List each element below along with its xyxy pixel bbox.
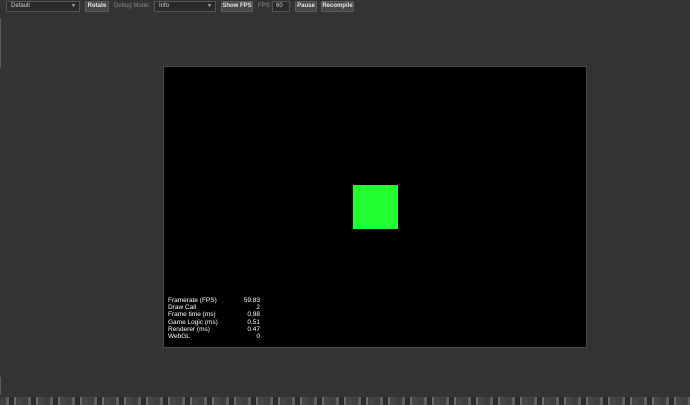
stat-value: 0.51 xyxy=(247,318,260,326)
debug-mode-label: Debug Mode: xyxy=(114,3,151,9)
stat-label: Framerate (FPS) xyxy=(168,297,217,304)
fps-input[interactable]: 60 xyxy=(272,1,290,12)
toolbar: Default ▼ Rotate Debug Mode: Info ▼ Show… xyxy=(0,0,690,15)
stat-row: Draw Call 2 xyxy=(168,304,260,311)
debug-mode-select[interactable]: Info ▼ xyxy=(154,1,216,12)
stat-row: Renderer (ms) 0.47 xyxy=(168,326,260,333)
pause-button[interactable]: Pause xyxy=(295,1,317,12)
green-square-sprite xyxy=(353,185,398,229)
fps-label: FPS: xyxy=(258,3,272,9)
stat-value: 2 xyxy=(256,304,260,312)
stat-value: 59.83 xyxy=(243,297,260,304)
rotate-button[interactable]: Rotate xyxy=(85,1,109,12)
desktop-background-strip xyxy=(0,397,690,405)
preset-select-value: Default xyxy=(11,3,31,9)
debug-mode-value: Info xyxy=(159,3,170,9)
chevron-down-icon: ▼ xyxy=(207,3,212,9)
stat-row: Game Logic (ms) 0.51 xyxy=(168,319,260,326)
stat-value: 0.98 xyxy=(247,311,260,319)
show-fps-button[interactable]: Show FPS xyxy=(221,1,253,12)
left-edge-divider xyxy=(0,18,1,68)
recompile-button[interactable]: Recompile xyxy=(321,1,354,12)
stat-label: Renderer (ms) xyxy=(168,325,210,333)
stats-panel: Framerate (FPS) 59.83 Draw Call 2 Frame … xyxy=(168,297,260,340)
left-edge-divider xyxy=(0,377,1,395)
chevron-down-icon: ▼ xyxy=(71,3,76,9)
preset-select[interactable]: Default ▼ xyxy=(6,1,80,12)
game-canvas[interactable]: Framerate (FPS) 59.83 Draw Call 2 Frame … xyxy=(163,66,587,348)
stat-row: WebGL 0 xyxy=(168,333,260,340)
stat-label: Draw Call xyxy=(168,304,197,312)
stat-row: Frame time (ms) 0.98 xyxy=(168,311,260,318)
stat-row: Framerate (FPS) 59.83 xyxy=(168,297,260,304)
stat-label: Frame time (ms) xyxy=(168,311,216,319)
stat-value: 0.47 xyxy=(247,325,260,333)
stat-label: WebGL xyxy=(168,333,190,341)
stat-label: Game Logic (ms) xyxy=(168,318,218,326)
stat-value: 0 xyxy=(256,333,260,341)
